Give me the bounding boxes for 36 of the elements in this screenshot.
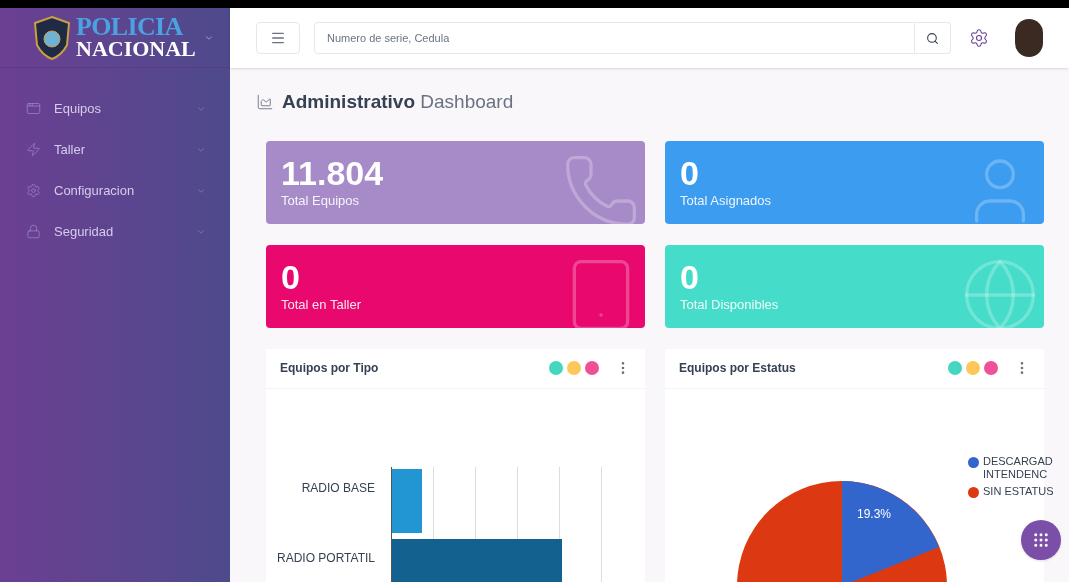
card-title: Equipos por Tipo xyxy=(280,360,379,377)
slice-percentage: 19.3% xyxy=(857,505,892,523)
bolt-icon xyxy=(26,142,41,157)
bar-label: RADIO BASE xyxy=(301,479,375,497)
window-icon xyxy=(26,101,41,116)
area-chart-icon xyxy=(256,93,274,112)
search-icon xyxy=(926,31,939,45)
lock-icon xyxy=(26,224,41,239)
sidebar-item[interactable]: Taller xyxy=(0,129,230,170)
stat-label: Total Equipos xyxy=(281,191,361,210)
legend-label: SIN ESTATUS xyxy=(983,484,1054,498)
grid-icon xyxy=(1032,531,1050,549)
stat-label: Total Asignados xyxy=(680,191,773,210)
sidebar-item[interactable]: Configuracion xyxy=(0,170,230,211)
search-button[interactable] xyxy=(915,22,951,54)
stat-value: 0 xyxy=(281,258,301,295)
search-field[interactable]: Numero de serie, Cedula xyxy=(314,22,915,54)
avatar[interactable] xyxy=(1015,19,1043,57)
stat-label: Total Disponibles xyxy=(680,295,780,314)
stat-value: 11.804 xyxy=(281,154,385,191)
menu-icon xyxy=(270,30,286,46)
stat-value: 0 xyxy=(680,258,700,295)
legend-label: DESCARGAD INTENDENC xyxy=(983,454,1054,481)
shield-badge-icon xyxy=(32,14,72,61)
gear-icon xyxy=(26,183,41,198)
logo-subtitle: NACIONAL xyxy=(76,37,196,60)
card-title: Equipos por Estatus xyxy=(679,360,796,377)
settings-icon[interactable] xyxy=(969,28,989,48)
stat-value: 0 xyxy=(680,154,700,191)
logo-title: POLICIA xyxy=(76,15,184,38)
page-title: Administrativo Dashboard xyxy=(282,90,514,114)
menu-button[interactable] xyxy=(256,22,300,54)
sidebar-item[interactable]: Equipos xyxy=(0,88,230,129)
stat-label: Total en Taller xyxy=(281,295,362,314)
bar-label: RADIO PORTATIL xyxy=(277,549,375,567)
sidebar-item[interactable]: Seguridad xyxy=(0,211,230,252)
